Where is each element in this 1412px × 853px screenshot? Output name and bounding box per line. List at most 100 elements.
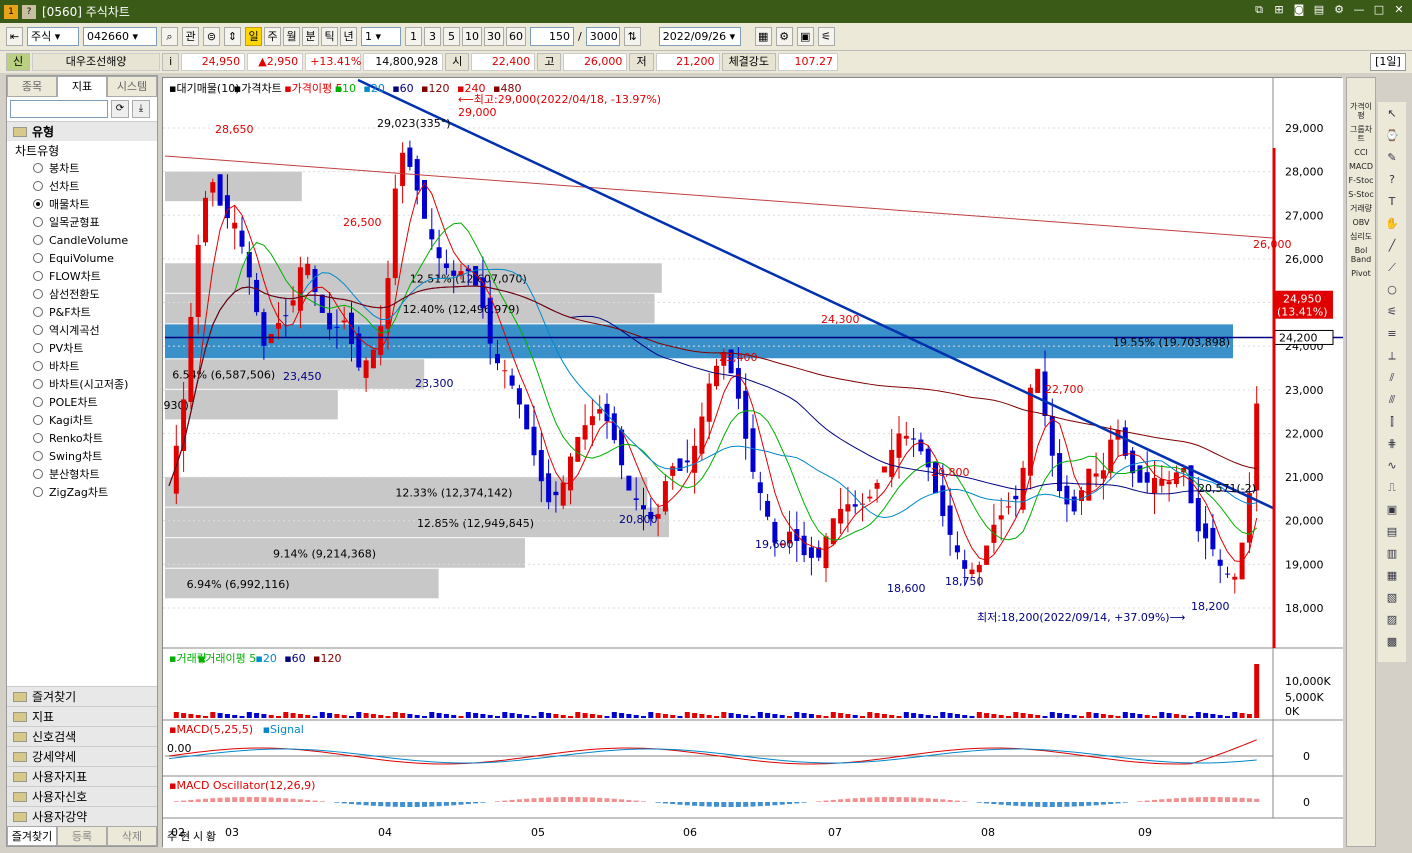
refresh-icon[interactable]: ⟳ [111,100,129,118]
chart-svg[interactable]: 6.94% (6,992,116) 9.14% (9,214,368) 12.85%… [50,78,1343,848]
chart-type-item[interactable]: PV차트 [7,339,157,357]
drawing-tool-icon[interactable]: ▣ [1380,500,1404,520]
n-select[interactable]: 1 ▾ [361,27,401,46]
sync-icon[interactable]: ⊜ [203,27,220,46]
radio-icon[interactable] [33,415,43,425]
bottom-section[interactable]: 사용자지표 [7,766,157,786]
indicator-shortcut[interactable]: 거래량 [1347,204,1375,213]
chart-bottom-tab[interactable]: 주 [167,830,177,843]
indicator-icon[interactable]: ⚟ [817,27,835,46]
code-input[interactable]: 042660 ▾ [83,27,157,46]
radio-icon[interactable] [33,217,43,227]
drawing-tool-icon[interactable]: ↖ [1380,104,1404,124]
camera-icon[interactable]: ◙ [1292,3,1306,17]
drawing-tool-icon[interactable]: ⋕ [1380,434,1404,454]
radio-icon[interactable] [33,469,43,479]
num-button[interactable]: 30 [484,27,504,46]
indicator-shortcut[interactable]: 그룹차트 [1347,125,1375,143]
updown-icon[interactable]: ⇕ [224,27,241,46]
period-button[interactable]: 년 [340,27,357,46]
drawing-tool-icon[interactable]: ╱ [1380,236,1404,256]
indicator-shortcut[interactable]: 가격이평 [1347,102,1375,120]
drawing-tool-icon[interactable]: ⟂ [1380,346,1404,366]
info-button[interactable]: i [162,53,180,71]
left-tab[interactable]: 종목 [7,76,57,97]
chart-area[interactable]: 6.94% (6,992,116) 9.14% (9,214,368) 12.85%… [50,77,1343,848]
num-button[interactable]: 10 [462,27,482,46]
period-button[interactable]: 주 [264,27,281,46]
radio-icon[interactable] [33,199,43,209]
chart-type-item[interactable]: 바차트(시고저종) [7,375,157,393]
drawing-tool-icon[interactable]: ▩ [1380,632,1404,652]
indicator-shortcut[interactable]: F-Stoc [1347,176,1375,185]
radio-icon[interactable] [33,343,43,353]
indicator-shortcut[interactable]: OBV [1347,218,1375,227]
left-tab[interactable]: 지표 [57,76,107,97]
drawing-tool-icon[interactable]: ▥ [1380,544,1404,564]
chart-bottom-tab[interactable]: 현 [180,830,190,843]
save-icon[interactable]: ▣ [796,27,814,46]
apply-icon[interactable]: ⇅ [623,27,641,46]
drawing-tool-icon[interactable]: ✎ [1380,148,1404,168]
bottom-section[interactable]: 신호검색 [7,726,157,746]
chart-type-item[interactable]: 분산형차트 [7,465,157,483]
num-button[interactable]: 60 [506,27,526,46]
drawing-tool-icon[interactable]: ⌚ [1380,126,1404,146]
drawing-tool-icon[interactable]: ⟋ [1380,258,1404,278]
num-button[interactable]: 3 [424,27,441,46]
radio-icon[interactable] [33,451,43,461]
bottom-tab[interactable]: 삭제 [107,826,157,846]
chart-type-item[interactable]: 역시계곡선 [7,321,157,339]
radio-icon[interactable] [33,379,43,389]
chart-type-item[interactable]: 삼선전환도 [7,285,157,303]
chart-type-item[interactable]: 매물차트 [7,195,157,213]
radio-icon[interactable] [33,361,43,371]
drawing-tool-icon[interactable]: ▨ [1380,610,1404,630]
minimize-icon[interactable]: — [1352,3,1366,17]
bottom-section[interactable]: 사용자강약 [7,806,157,826]
indicator-shortcut[interactable]: Bol Band [1347,246,1375,264]
chart-settings-icon[interactable]: ▦ [754,27,772,46]
section-type[interactable]: 유형 [7,121,157,141]
chart-type-item[interactable]: FLOW차트 [7,267,157,285]
bottom-section[interactable]: 즐겨찾기 [7,686,157,706]
drawing-tool-icon[interactable]: ⫿ [1380,412,1404,432]
chart-type-item[interactable]: 봉차트 [7,159,157,177]
radio-icon[interactable] [33,487,43,497]
link-icon[interactable]: ⊞ [1272,3,1286,17]
restore-icon[interactable]: ⧉ [1252,3,1266,17]
radio-icon[interactable] [33,433,43,443]
chart-type-item[interactable]: ZigZag차트 [7,483,157,501]
chart-type-item[interactable]: 선차트 [7,177,157,195]
total-input[interactable]: 3000 [585,27,620,46]
drawing-tool-icon[interactable]: ∿ [1380,456,1404,476]
indicator-shortcut[interactable]: Pivot [1347,269,1375,278]
drawing-tool-icon[interactable]: ✋ [1380,214,1404,234]
chart-bottom-tab[interactable]: 시 [193,830,203,843]
period-button[interactable]: 일 [245,27,262,46]
bottom-tab[interactable]: 즐겨찾기 [7,826,57,846]
num-button[interactable]: 1 [405,27,422,46]
bottom-tab[interactable]: 등록 [57,826,107,846]
chart-type-item[interactable]: 일목균형표 [7,213,157,231]
print-icon[interactable]: ▤ [1312,3,1326,17]
radio-icon[interactable] [33,235,43,245]
chart-type-item[interactable]: CandleVolume [7,231,157,249]
drawing-tool-icon[interactable]: ⫻ [1380,390,1404,410]
chart-type-item[interactable]: POLE차트 [7,393,157,411]
chart-type-item[interactable]: EquiVolume [7,249,157,267]
bottom-section[interactable]: 강세약세 [7,746,157,766]
subsection-charttype[interactable]: 차트유형 [7,141,157,159]
radio-icon[interactable] [33,397,43,407]
maximize-icon[interactable]: □ [1372,3,1386,17]
period-box[interactable]: [1일] [1370,53,1406,71]
count-input[interactable]: 150 [530,27,574,46]
radio-icon[interactable] [33,307,43,317]
drawing-tool-icon[interactable]: ⚟ [1380,302,1404,322]
indicator-shortcut[interactable]: 심리도 [1347,232,1375,241]
drawing-tool-icon[interactable]: ⫽ [1380,368,1404,388]
chart-type-item[interactable]: 바차트 [7,357,157,375]
indicator-shortcut[interactable]: S-Stoc [1347,190,1375,199]
radio-icon[interactable] [33,289,43,299]
drawing-tool-icon[interactable]: T [1380,192,1404,212]
